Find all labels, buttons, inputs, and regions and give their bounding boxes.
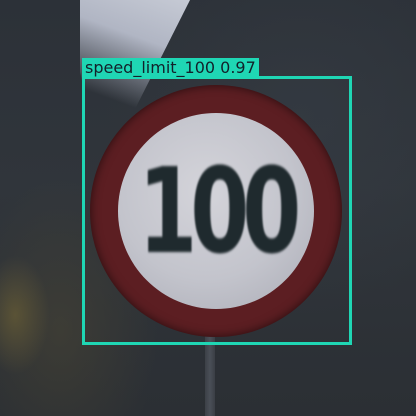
detection-bounding-box xyxy=(82,76,352,345)
photo-scene: 100 speed_limit_100 0.97 xyxy=(0,0,416,416)
background-blur-light xyxy=(0,255,50,375)
detection-label: speed_limit_100 0.97 xyxy=(82,58,259,77)
